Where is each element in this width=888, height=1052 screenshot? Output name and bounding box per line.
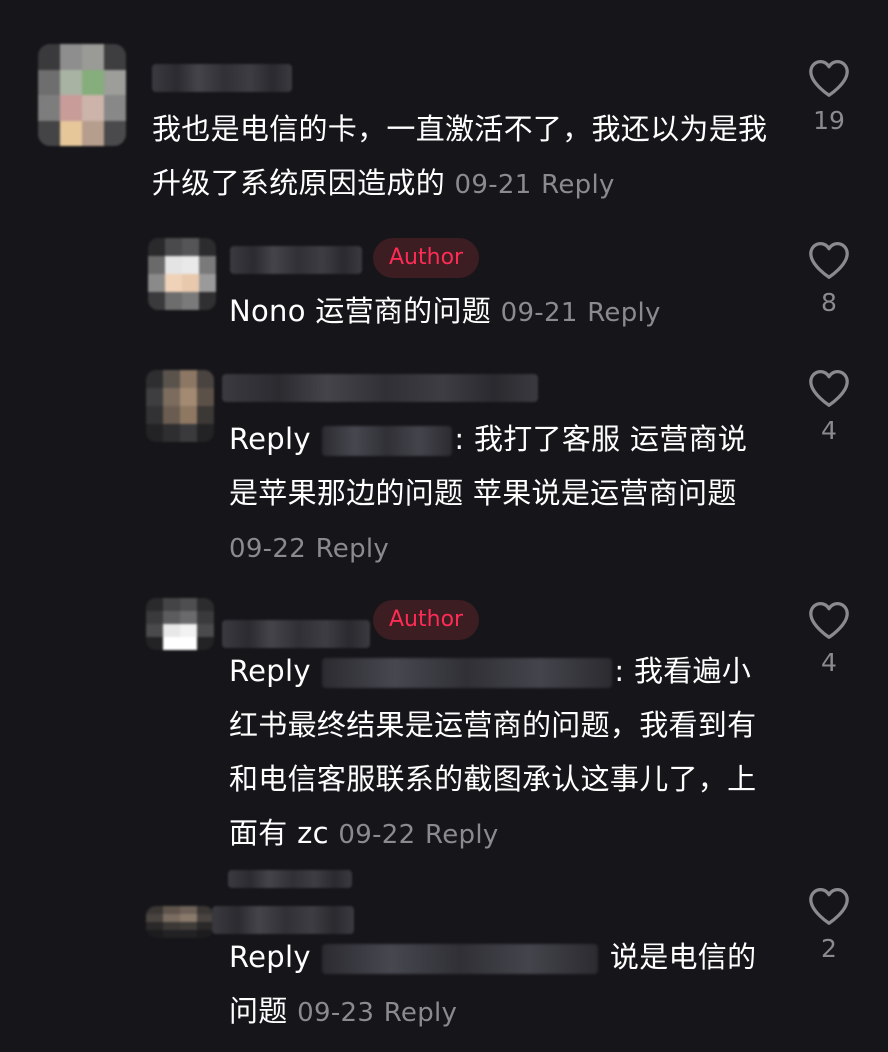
mention[interactable] (322, 944, 599, 974)
avatar[interactable] (38, 44, 126, 146)
like-control[interactable]: 19 (799, 58, 859, 135)
like-control[interactable]: 2 (799, 886, 859, 963)
like-control[interactable]: 4 (799, 368, 859, 445)
like-count: 4 (821, 648, 837, 677)
reply-button[interactable]: Reply (384, 998, 458, 1028)
mention[interactable] (322, 658, 613, 688)
author-badge: Author (373, 600, 480, 640)
comment-date: 09-21 (454, 170, 532, 200)
comment-text: 我也是电信的卡，一直激活不了，我还以为是我升级了系统原因造成的 09-21 Re… (152, 112, 768, 200)
avatar[interactable] (146, 598, 214, 650)
comment-text: Reply 说是电信的问题 09-23 Reply (229, 940, 757, 1028)
avatar[interactable] (148, 238, 216, 310)
heart-outline-icon[interactable] (807, 58, 851, 98)
comment-text: Reply : 我看遍小红书最终结果是运营商的问题，我看到有和电信客服联系的截图… (229, 654, 757, 850)
comment-date: 09-21 (500, 298, 578, 328)
username[interactable] (230, 246, 362, 274)
comment-date: 09-22 (338, 820, 416, 850)
reply-button[interactable]: Reply (541, 170, 615, 200)
mention[interactable] (322, 426, 453, 456)
heart-outline-icon[interactable] (807, 240, 851, 280)
like-count: 4 (821, 416, 837, 445)
like-count: 2 (821, 934, 837, 963)
heart-outline-icon[interactable] (807, 886, 851, 926)
reply-button[interactable]: Reply (316, 534, 390, 564)
comment-date: 09-23 (297, 998, 375, 1028)
comment-date: 09-22 (229, 534, 307, 564)
comment-text: Reply : 我打了客服 运营商说是苹果那边的问题 苹果说是运营商问题 09-… (229, 422, 748, 564)
username[interactable] (152, 64, 292, 92)
author-badge: Author (373, 238, 480, 278)
heart-outline-icon[interactable] (807, 600, 851, 640)
username[interactable] (222, 374, 538, 402)
heart-outline-icon[interactable] (807, 368, 851, 408)
comment-text: Nono 运营商的问题 09-21 Reply (229, 294, 661, 328)
like-count: 19 (813, 106, 845, 135)
avatar[interactable] (146, 906, 214, 938)
reply-button[interactable]: Reply (587, 298, 661, 328)
like-count: 8 (821, 288, 837, 317)
username-secondary[interactable] (228, 870, 352, 888)
avatar[interactable] (146, 370, 214, 442)
like-control[interactable]: 8 (799, 240, 859, 317)
like-control[interactable]: 4 (799, 600, 859, 677)
reply-button[interactable]: Reply (425, 820, 499, 850)
